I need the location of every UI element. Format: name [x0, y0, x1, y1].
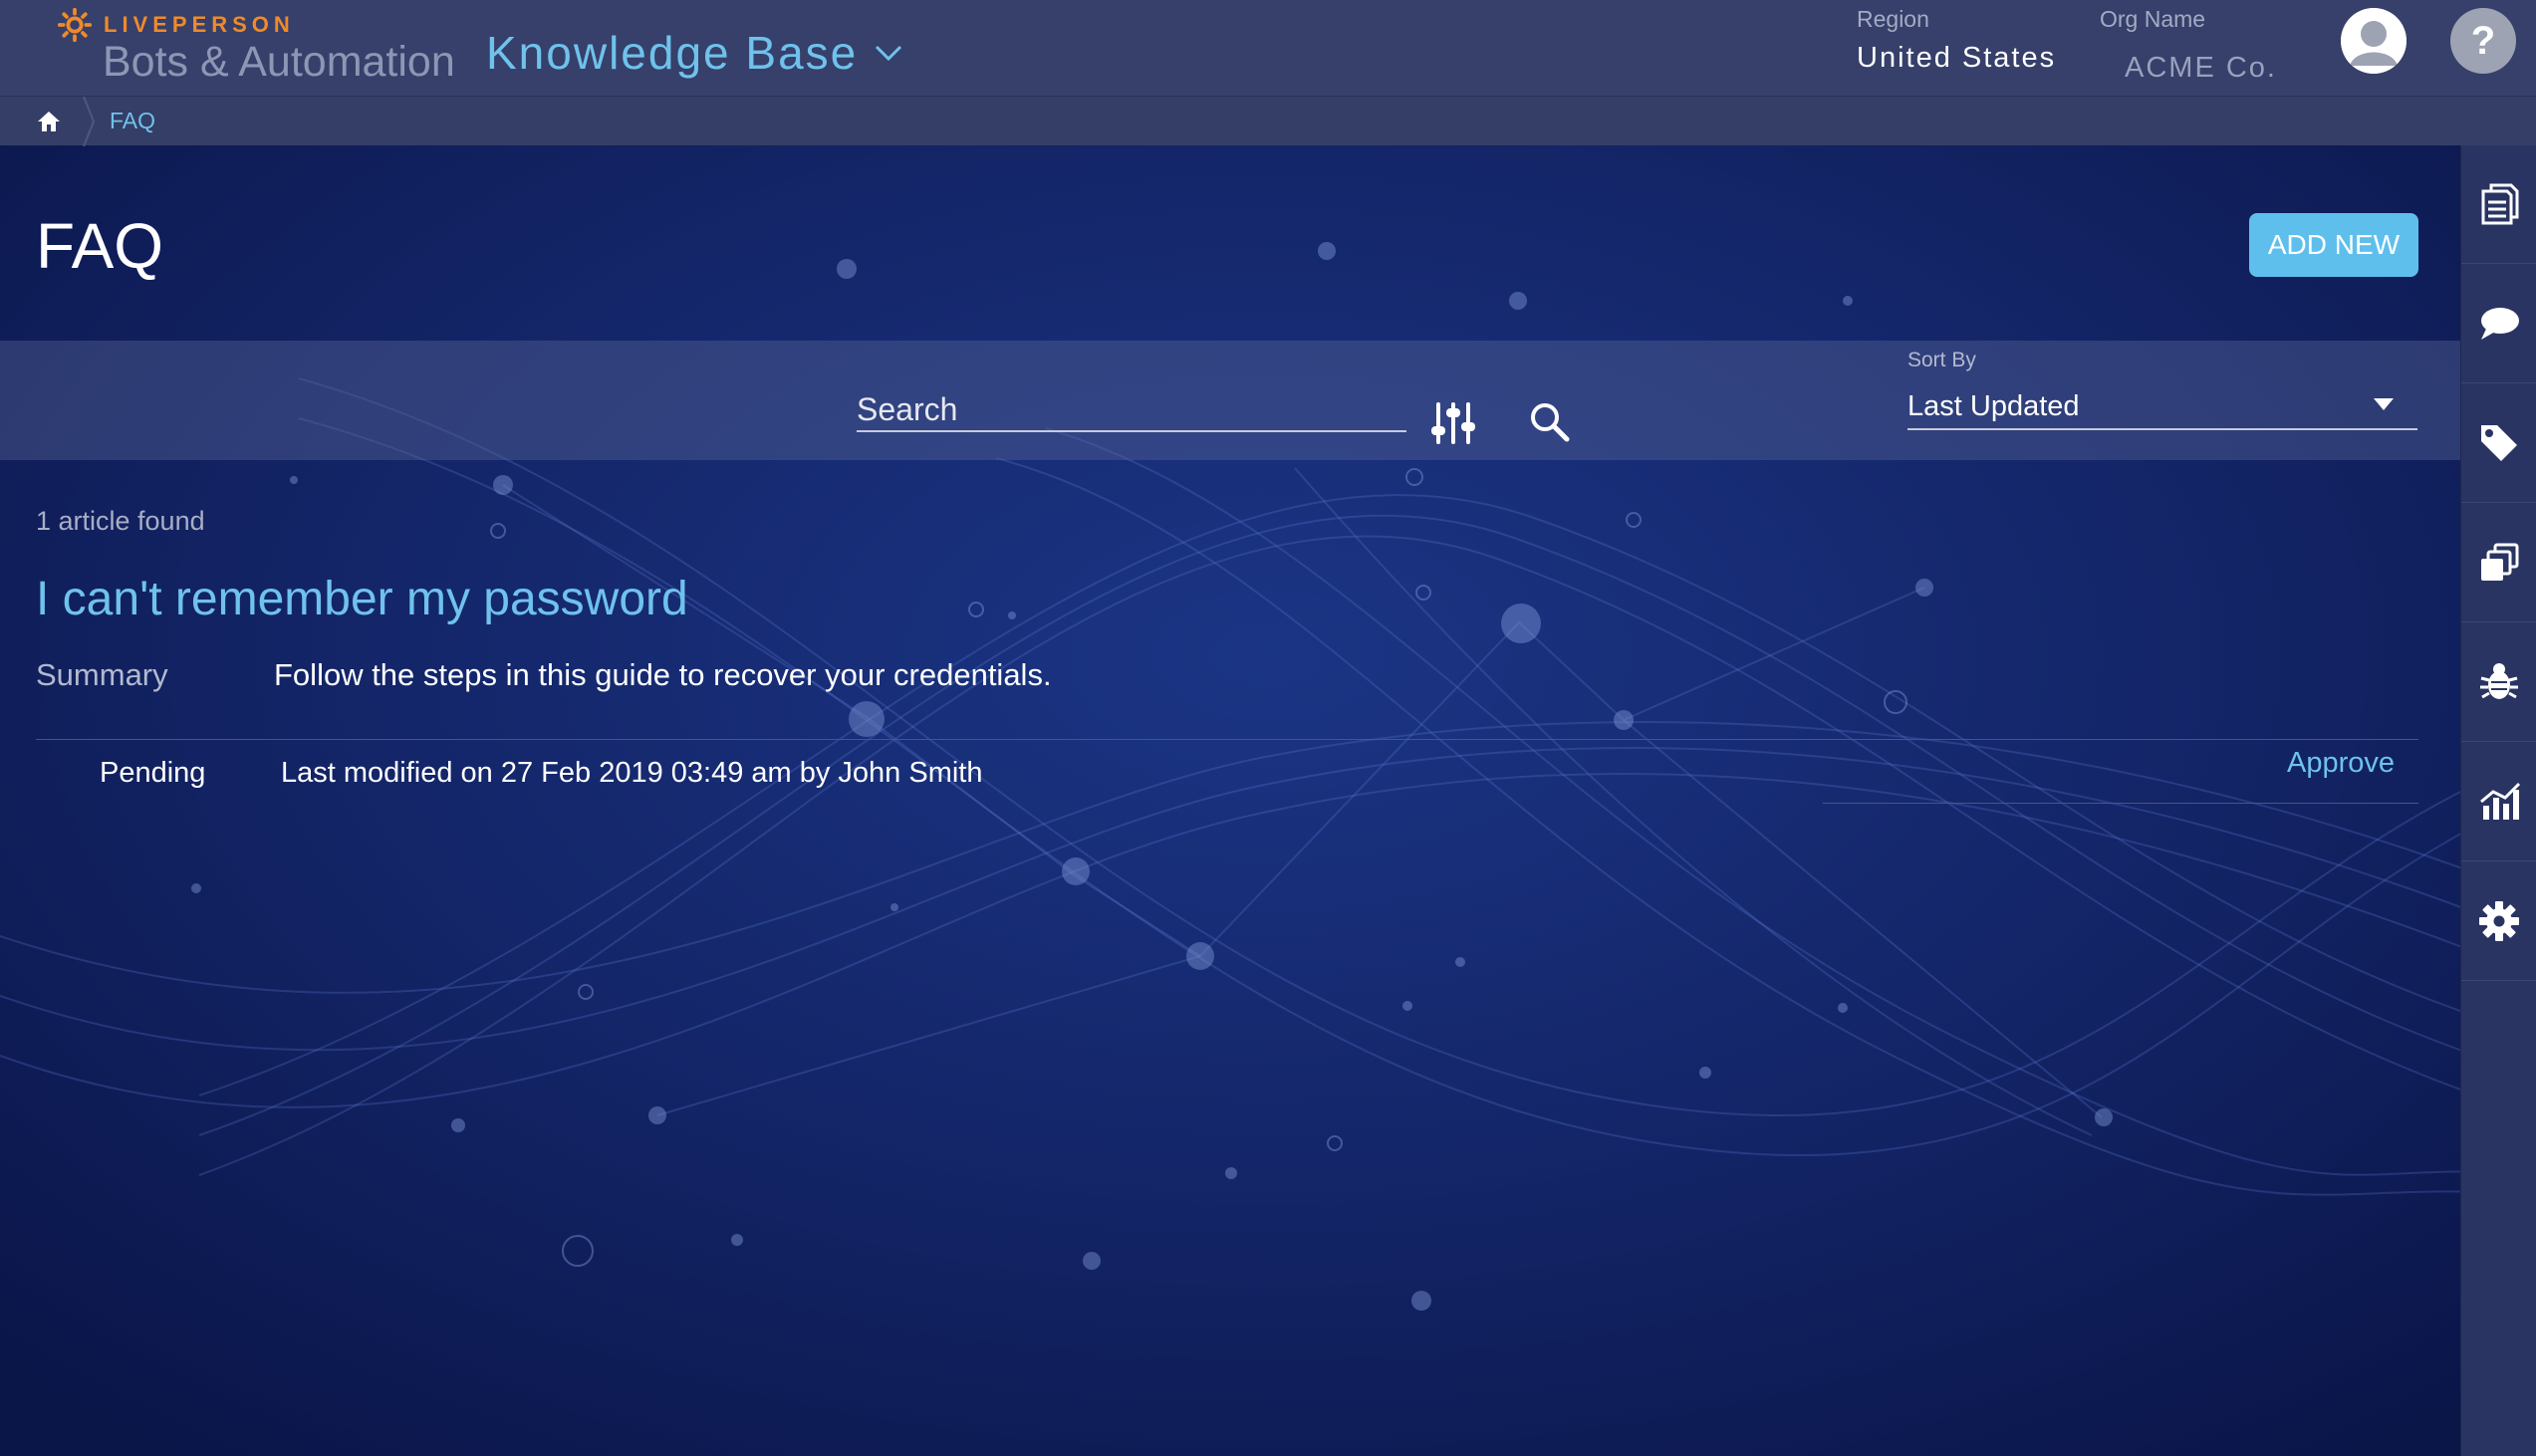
sort-by-select[interactable]: Last Updated: [1907, 380, 2417, 430]
right-sidebar: [2460, 145, 2536, 1456]
help-button[interactable]: ?: [2450, 8, 2516, 74]
breadcrumb-faq-link[interactable]: FAQ: [110, 108, 155, 134]
search-icon[interactable]: [1528, 400, 1570, 442]
brand-name: LIVEPERSON: [104, 12, 295, 37]
knowledge-base-dropdown[interactable]: Knowledge Base: [486, 26, 903, 80]
org-name-label: Org Name: [2100, 6, 2206, 32]
bug-icon: [2480, 663, 2518, 699]
gear-icon: [2479, 901, 2519, 941]
chat-bubble-icon: [2481, 308, 2519, 340]
tag-icon: [2481, 425, 2517, 461]
knowledge-base-title: Knowledge Base: [486, 27, 859, 79]
home-icon[interactable]: [36, 109, 62, 134]
liveperson-sun-icon: [57, 7, 93, 43]
search-toolbar: Sort By Last Updated: [0, 341, 2460, 460]
sidebar-item-tags[interactable]: [2461, 384, 2536, 503]
top-header: LIVEPERSON Bots & Automation Knowledge B…: [0, 0, 2536, 96]
sort-by-value: Last Updated: [1907, 390, 2080, 422]
summary-text: Follow the steps in this guide to recove…: [274, 657, 1052, 692]
last-modified-text: Last modified on 27 Feb 2019 03:49 am by…: [281, 757, 983, 789]
add-new-button[interactable]: ADD NEW: [2249, 213, 2418, 277]
user-avatar[interactable]: [2341, 8, 2407, 74]
summary-label: Summary: [36, 657, 168, 692]
articles-icon: [2481, 183, 2519, 225]
chevron-down-icon: [876, 45, 902, 62]
breadcrumb-separator: [83, 96, 96, 146]
approve-link[interactable]: Approve: [2287, 747, 2395, 780]
app-window: LIVEPERSON Bots & Automation Knowledge B…: [0, 0, 2536, 1456]
filter-sliders-icon[interactable]: [1430, 400, 1476, 446]
result-count: 1 article found: [36, 506, 205, 536]
user-avatar-icon: [2341, 8, 2407, 74]
region-label: Region: [1857, 6, 1929, 32]
sidebar-item-settings[interactable]: [2461, 862, 2536, 981]
sidebar-item-collections[interactable]: [2461, 504, 2536, 622]
action-divider: [1823, 803, 2418, 804]
region-value: United States: [1857, 42, 2057, 74]
org-name-value: ACME Co.: [2125, 52, 2277, 84]
breadcrumb: FAQ: [0, 96, 2536, 146]
sort-by-label: Sort By: [1907, 349, 1976, 371]
stack-icon: [2481, 543, 2519, 581]
article-title-link[interactable]: I can't remember my password: [36, 572, 688, 626]
caret-down-icon: [2374, 398, 2394, 410]
search-input[interactable]: [857, 388, 1406, 432]
row-divider: [36, 739, 2418, 740]
analytics-icon: [2480, 782, 2521, 820]
sidebar-item-chat[interactable]: [2461, 265, 2536, 383]
product-name: Bots & Automation: [103, 38, 455, 86]
sidebar-item-articles[interactable]: [2461, 145, 2536, 264]
sidebar-item-analytics[interactable]: [2461, 743, 2536, 861]
page-title-band: FAQ ADD NEW: [0, 145, 2460, 341]
results-list: 1 article found I can't remember my pass…: [0, 460, 2460, 858]
page-title: FAQ: [36, 210, 164, 282]
sidebar-item-debug[interactable]: [2461, 623, 2536, 742]
status-badge: Pending: [100, 757, 206, 789]
